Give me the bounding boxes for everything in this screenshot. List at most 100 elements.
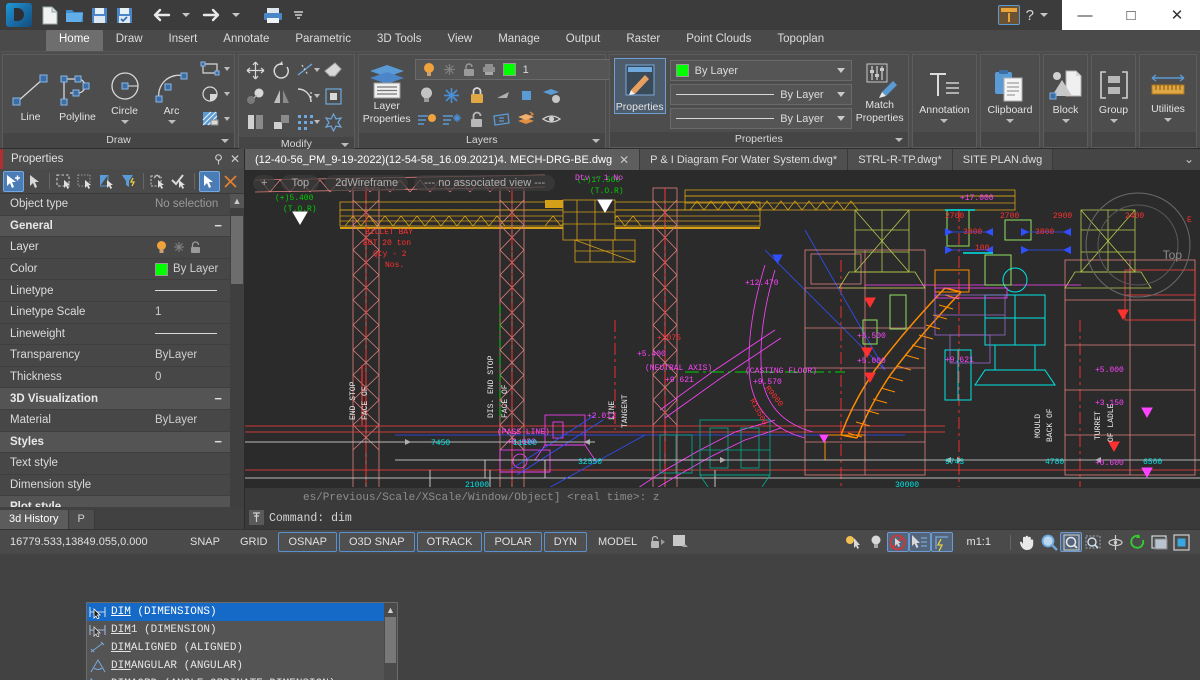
explode-icon[interactable]: [321, 110, 345, 134]
lightbulb-off-icon[interactable]: [415, 83, 439, 107]
fillet-dropdown-chevron-down-icon[interactable]: [314, 94, 320, 98]
panel-group-title[interactable]: .: [1092, 132, 1135, 147]
annotation-scale[interactable]: m1:1: [953, 536, 1005, 548]
redo-arrow-icon[interactable]: [200, 4, 222, 26]
lineweight-combo[interactable]: By Layer: [670, 108, 852, 129]
tab-home[interactable]: Home: [46, 29, 103, 51]
lock-model-icon[interactable]: [647, 532, 669, 552]
match-properties-button[interactable]: Match Properties: [856, 58, 904, 124]
trim-dropdown-chevron-down-icon[interactable]: [314, 68, 320, 72]
clipboard-dropdown-chevron-down-icon[interactable]: [1006, 119, 1014, 123]
clear-selection-icon[interactable]: [221, 171, 242, 192]
printer-icon[interactable]: [262, 4, 284, 26]
property-row-transparency[interactable]: Transparency ByLayer: [0, 345, 244, 367]
command-line-pin-icon[interactable]: [249, 510, 264, 525]
tab-3d-tools[interactable]: 3D Tools: [364, 29, 435, 51]
viewport-view-button[interactable]: Top: [281, 175, 319, 191]
redo-dropdown-chevron-down-icon[interactable]: [225, 4, 247, 26]
arc-dropdown-chevron-down-icon[interactable]: [168, 120, 176, 124]
clean-screen-icon[interactable]: [1148, 532, 1170, 552]
layer-match-icon[interactable]: [490, 107, 514, 131]
scroll-up-arrow-icon[interactable]: ▲: [384, 603, 397, 617]
panel-utilities-title[interactable]: .: [1140, 132, 1196, 147]
autocomplete-item-dim[interactable]: DIM (DIMENSIONS): [87, 603, 397, 621]
pie-dropdown-chevron-down-icon[interactable]: [224, 92, 230, 96]
hatch-icon[interactable]: [198, 107, 222, 131]
document-tab-mech-drg[interactable]: (12-40-56_PM_9-19-2022)(12-54-58_16.09.2…: [245, 149, 640, 170]
save-as-disk-icon[interactable]: [113, 4, 135, 26]
property-category-general[interactable]: General −: [0, 216, 244, 238]
lineweight-combo-chevron-down-icon[interactable]: [837, 116, 845, 121]
undo-arrow-icon[interactable]: [150, 4, 172, 26]
save-disk-icon[interactable]: [88, 4, 110, 26]
draw-polyline-button[interactable]: Polyline: [54, 66, 101, 123]
qat-overflow-icon[interactable]: [287, 4, 309, 26]
autocomplete-item-dimaord[interactable]: DIMAORD (ANGLE ORDINATE DIMENSION): [87, 675, 397, 680]
undo-dropdown-chevron-down-icon[interactable]: [175, 4, 197, 26]
close-icon[interactable]: ✕: [619, 153, 629, 167]
minimize-button[interactable]: —: [1062, 0, 1108, 30]
no-entry-icon[interactable]: [887, 532, 909, 552]
document-tabs-overflow-icon[interactable]: ⌄: [1184, 152, 1194, 166]
rectangle-icon[interactable]: [198, 57, 222, 81]
status-toggle-otrack[interactable]: OTRACK: [417, 532, 483, 552]
viewport-visual-style-button[interactable]: 2dWireframe: [325, 175, 408, 191]
scroll-up-arrow-icon[interactable]: ▲: [230, 194, 244, 208]
property-category-styles[interactable]: Styles −: [0, 432, 244, 454]
document-tab-pid-water[interactable]: P & I Diagram For Water System.dwg*: [640, 149, 848, 170]
zoom-magnifier-icon[interactable]: [1038, 532, 1060, 552]
collapse-icon[interactable]: −: [214, 218, 222, 233]
scrollbar-thumb[interactable]: [385, 617, 396, 663]
viewport-associated-view-button[interactable]: --- no associated view ---: [414, 175, 555, 191]
group-dropdown-chevron-down-icon[interactable]: [1110, 119, 1118, 123]
copy-icon[interactable]: [243, 84, 267, 108]
lightbulb-icon[interactable]: [865, 532, 887, 552]
tab-topoplan[interactable]: Topoplan: [764, 29, 837, 51]
tab-3d-history[interactable]: 3d History: [0, 510, 69, 529]
pin-icon[interactable]: ⚲: [214, 152, 223, 166]
tab-view[interactable]: View: [435, 29, 486, 51]
lightbulb-select-icon[interactable]: [843, 532, 865, 552]
color-combo-chevron-down-icon[interactable]: [837, 68, 845, 73]
property-row-color[interactable]: Color By Layer: [0, 259, 244, 281]
erase-icon[interactable]: [321, 58, 345, 82]
zoom-window-icon[interactable]: [1060, 532, 1082, 552]
circle-dropdown-chevron-down-icon[interactable]: [121, 120, 129, 124]
tab-point-clouds[interactable]: Point Clouds: [673, 29, 764, 51]
tab-insert[interactable]: Insert: [156, 29, 211, 51]
tab-draw[interactable]: Draw: [103, 29, 156, 51]
invert-select-icon[interactable]: [97, 171, 118, 192]
annotation-dropdown-chevron-down-icon[interactable]: [940, 119, 948, 123]
filter-select-icon[interactable]: [119, 171, 140, 192]
clipboard-button[interactable]: Clipboard: [985, 65, 1035, 123]
pick-point-icon[interactable]: [199, 171, 220, 192]
collapse-icon[interactable]: −: [214, 391, 222, 406]
property-row-dimension-style[interactable]: Dimension style: [0, 475, 244, 497]
status-toggle-snap[interactable]: SNAP: [181, 533, 229, 551]
block-button[interactable]: Block: [1048, 65, 1084, 123]
status-toggle-polar[interactable]: POLAR: [484, 532, 541, 552]
autocomplete-item-dimangular[interactable]: DIMANGULAR (ANGULAR): [87, 657, 397, 675]
draw-line-button[interactable]: Line: [7, 66, 54, 123]
new-document-icon[interactable]: [38, 4, 60, 26]
layer-merge-icon[interactable]: [515, 107, 539, 131]
autocomplete-scrollbar[interactable]: ▲ ▼: [384, 603, 397, 680]
panel-modify-expand-chevron-down-icon[interactable]: [341, 143, 349, 147]
confirm-select-icon[interactable]: [169, 171, 190, 192]
properties-scrollbar[interactable]: ▲: [230, 194, 244, 507]
properties-button[interactable]: Properties: [614, 58, 666, 114]
autocomplete-item-dimaligned[interactable]: DIMALIGNED (ALIGNED): [87, 639, 397, 657]
layer-thaw-icon[interactable]: [440, 107, 464, 131]
autocomplete-item-dim1[interactable]: DIM1 (DIMENSION): [87, 621, 397, 639]
collapse-icon[interactable]: −: [214, 434, 222, 449]
rectangle-dropdown-chevron-down-icon[interactable]: [224, 67, 230, 71]
close-icon[interactable]: ✕: [230, 152, 240, 166]
draw-circle-button[interactable]: Circle: [101, 64, 148, 124]
fullscreen-icon[interactable]: [1170, 532, 1192, 552]
rotate-icon[interactable]: [269, 58, 293, 82]
array-icon[interactable]: [321, 84, 345, 108]
trim-icon[interactable]: [295, 58, 314, 82]
zoom-previous-icon[interactable]: [1082, 532, 1104, 552]
hatch-dropdown-chevron-down-icon[interactable]: [224, 117, 230, 121]
maximize-button[interactable]: □: [1108, 0, 1154, 30]
